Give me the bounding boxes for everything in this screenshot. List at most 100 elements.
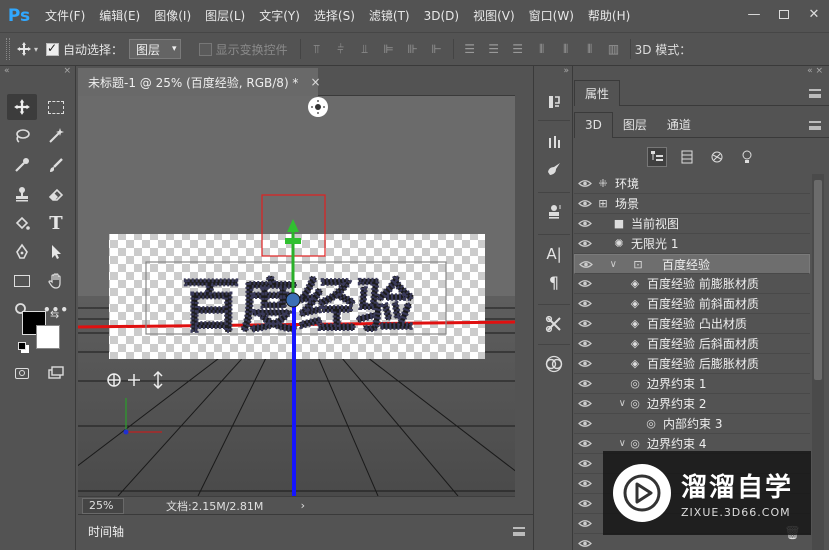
distribute-top-icon[interactable]: ☰: [458, 39, 482, 59]
history-icon[interactable]: [542, 90, 566, 114]
rectangle-tool[interactable]: [7, 268, 37, 294]
path-selection-tool[interactable]: [41, 239, 71, 265]
y-scale-handle[interactable]: [285, 238, 301, 244]
menu-item[interactable]: 帮助(H): [581, 0, 637, 32]
default-colors-icon[interactable]: [18, 342, 26, 350]
scene-item[interactable]: ⊞ 场景: [574, 194, 810, 214]
minimize-icon[interactable]: —: [739, 0, 769, 28]
auto-select-checkbox[interactable]: [46, 41, 60, 56]
scene-item[interactable]: ◈ 百度经验 凸出材质: [574, 314, 810, 334]
scene-item[interactable]: ◈ 百度经验 后膨胀材质: [574, 354, 810, 374]
light-filter-icon[interactable]: [737, 147, 757, 167]
align-vcenter-icon[interactable]: ⫩: [329, 39, 353, 59]
scene-item[interactable]: ◎ 边界约束 1: [574, 374, 810, 394]
marquee-tool[interactable]: [41, 94, 71, 120]
scene-item[interactable]: ⁜ 环境: [574, 174, 810, 194]
visibility-eye-icon[interactable]: [578, 319, 592, 328]
brush-settings-icon[interactable]: [542, 130, 566, 154]
visibility-eye-icon[interactable]: [578, 439, 592, 448]
brush-tool[interactable]: [41, 152, 71, 178]
auto-align-icon[interactable]: ▥: [602, 39, 626, 59]
3d-viewport[interactable]: 百度经验: [78, 96, 515, 496]
timeline-tab[interactable]: 时间轴: [78, 519, 138, 543]
material-filter-icon[interactable]: [707, 147, 727, 167]
eyedropper-tool[interactable]: [7, 152, 37, 178]
3d-panel-menu-icon[interactable]: [809, 121, 821, 130]
tab-3d[interactable]: 3D: [574, 111, 613, 138]
scrollbar-thumb[interactable]: [814, 180, 822, 380]
character-icon[interactable]: A|: [542, 242, 566, 266]
align-top-icon[interactable]: ⫪: [305, 39, 329, 59]
scene-scrollbar[interactable]: [812, 174, 824, 550]
type-tool[interactable]: T: [41, 210, 71, 236]
distribute-bottom-icon[interactable]: ☰: [506, 39, 530, 59]
dock-collapse-icon[interactable]: »: [534, 66, 574, 80]
scene-item[interactable]: ∨ ⊡ 百度经验: [574, 254, 810, 274]
hand-tool[interactable]: [41, 268, 71, 294]
visibility-eye-icon[interactable]: [578, 239, 592, 248]
zoom-field[interactable]: 25%: [82, 497, 124, 514]
move-tool[interactable]: [7, 94, 37, 120]
scene-item[interactable]: ■ 当前视图: [574, 214, 810, 234]
visibility-eye-icon[interactable]: [578, 199, 592, 208]
distribute-right-icon[interactable]: ⦀: [578, 39, 602, 59]
align-bottom-icon[interactable]: ⫫: [353, 39, 377, 59]
distribute-left-icon[interactable]: ⦀: [530, 39, 554, 59]
distribute-vcenter-icon[interactable]: ☰: [482, 39, 506, 59]
panel-close-icon[interactable]: ×: [63, 66, 71, 78]
show-transform-checkbox[interactable]: [198, 42, 212, 56]
paragraph-icon[interactable]: ¶: [542, 270, 566, 294]
quick-mask-icon[interactable]: [7, 360, 37, 386]
menu-item[interactable]: 3D(D): [417, 0, 466, 32]
menu-item[interactable]: 文件(F): [38, 0, 92, 32]
distribute-hcenter-icon[interactable]: ⦀: [554, 39, 578, 59]
menu-item[interactable]: 文字(Y): [252, 0, 307, 32]
magic-wand-tool[interactable]: [41, 123, 71, 149]
menu-item[interactable]: 滤镜(T): [362, 0, 417, 32]
pen-tool[interactable]: [7, 239, 37, 265]
visibility-eye-icon[interactable]: [578, 459, 592, 468]
move-tool-preset-icon[interactable]: ▾: [16, 41, 38, 57]
align-hcenter-icon[interactable]: ⊪: [401, 39, 425, 59]
scene-item[interactable]: ◈ 百度经验 前斜面材质: [574, 294, 810, 314]
visibility-eye-icon[interactable]: [578, 399, 592, 408]
properties-tab[interactable]: 属性: [574, 79, 621, 106]
mesh-filter-icon[interactable]: [677, 147, 697, 167]
visibility-eye-icon[interactable]: [578, 179, 592, 188]
clone-source-icon[interactable]: [542, 200, 566, 224]
properties-menu-icon[interactable]: [809, 89, 821, 98]
scene-item[interactable]: ◎ 内部约束 3: [574, 414, 810, 434]
tab-channels[interactable]: 通道: [657, 112, 701, 138]
eraser-tool[interactable]: [41, 181, 71, 207]
lasso-tool[interactable]: [7, 123, 37, 149]
align-right-icon[interactable]: ⊩: [425, 39, 449, 59]
visibility-eye-icon[interactable]: [578, 419, 592, 428]
gizmo-center[interactable]: [285, 292, 301, 308]
close-icon[interactable]: ✕: [799, 0, 829, 28]
scene-item[interactable]: ✺ 无限光 1: [574, 234, 810, 254]
visibility-eye-icon[interactable]: [578, 339, 592, 348]
visibility-eye-icon[interactable]: [578, 519, 592, 528]
restore-icon[interactable]: [769, 0, 799, 28]
background-color-swatch[interactable]: [36, 325, 60, 349]
visibility-eye-icon[interactable]: [578, 379, 592, 388]
close-tab-icon[interactable]: ×: [310, 75, 320, 89]
screen-mode-icon[interactable]: [41, 360, 71, 386]
visibility-eye-icon[interactable]: [578, 479, 592, 488]
menu-item[interactable]: 视图(V): [466, 0, 522, 32]
paint-bucket-tool[interactable]: [7, 210, 37, 236]
canvas-area[interactable]: 百度经验: [78, 96, 515, 496]
menu-item[interactable]: 图层(L): [198, 0, 252, 32]
visibility-eye-icon[interactable]: [578, 299, 592, 308]
align-left-icon[interactable]: ⊫: [377, 39, 401, 59]
brushes-icon[interactable]: [542, 158, 566, 182]
clone-stamp-tool[interactable]: [7, 181, 37, 207]
menu-item[interactable]: 窗口(W): [522, 0, 581, 32]
right-panel-collapse-icon[interactable]: « ×: [574, 66, 829, 78]
3d-text-object[interactable]: 百度经验: [181, 271, 415, 341]
menu-item[interactable]: 编辑(E): [92, 0, 147, 32]
timeline-menu-icon[interactable]: [513, 527, 525, 536]
tab-layers[interactable]: 图层: [613, 112, 657, 138]
visibility-eye-icon[interactable]: [578, 539, 592, 548]
libraries-icon[interactable]: [542, 352, 566, 376]
